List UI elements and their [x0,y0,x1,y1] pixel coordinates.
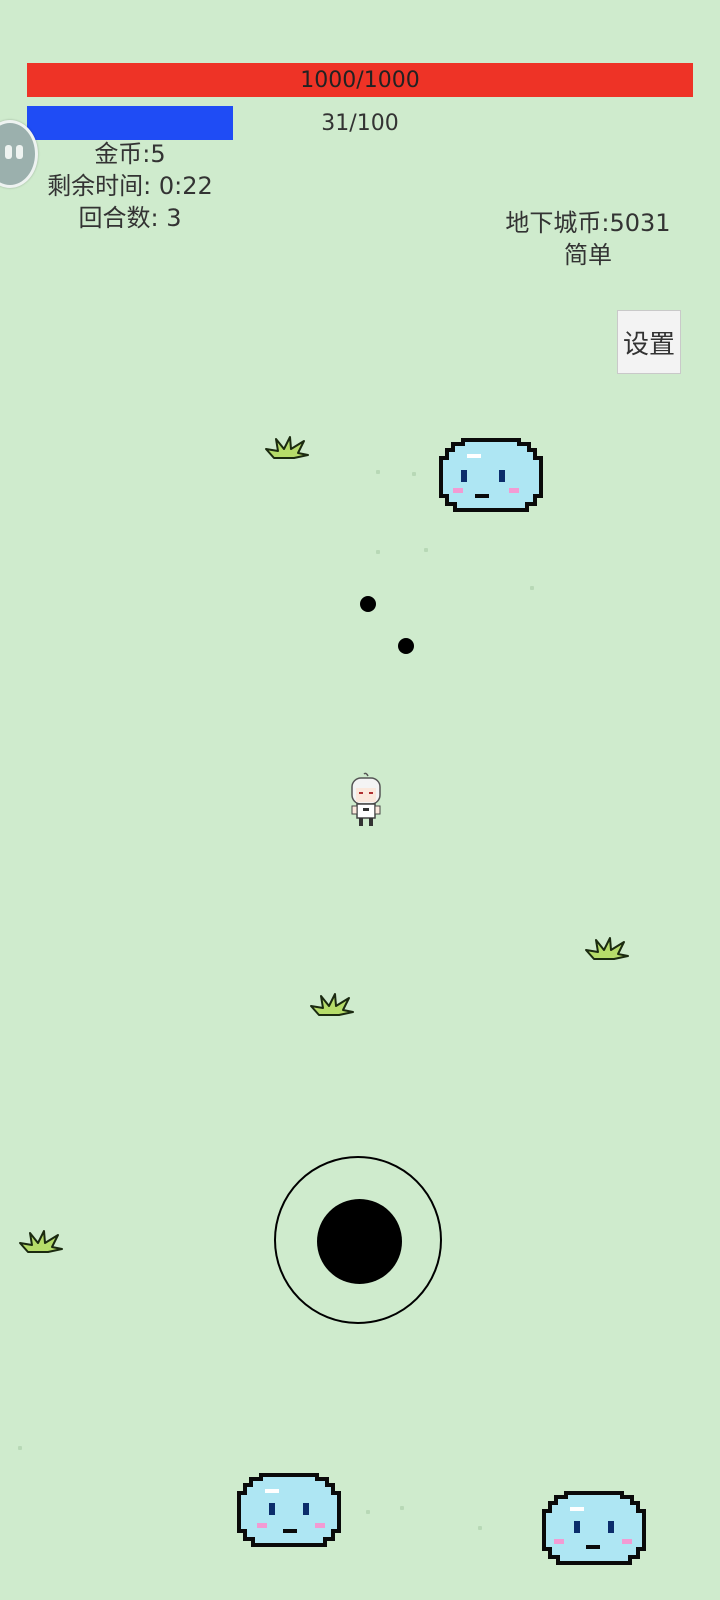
joystick-knob[interactable] [317,1199,402,1284]
mana-text: 31/100 [321,110,399,136]
blue-slime-icon [439,438,543,512]
blue-slime-icon [542,1491,646,1565]
ground-speck [18,1446,22,1450]
ground-speck [366,1510,370,1514]
health-bar: 1000/1000 [27,63,693,97]
black-bullet-icon [360,596,376,612]
ground-speck [478,1526,482,1530]
ground-speck [412,472,416,476]
game-field[interactable]: 1000/1000 31/100 金币:5 剩余时间: 0:22 回合数: 3 … [0,0,720,1600]
ground-speck [424,548,428,552]
grass-tuft-icon [265,436,309,459]
ground-speck [376,550,380,554]
blue-slime-icon [237,1473,341,1547]
mana-bar: 31/100 [27,106,693,140]
dungeon-info: 地下城币:5031 简单 [488,207,688,271]
dungeon-coins-label: 地下城币:5031 [505,209,671,237]
rounds-label: 回合数: 3 [78,204,182,232]
white-haired-hero-icon [351,772,381,826]
black-bullet-icon [398,638,414,654]
ground-speck [400,1506,404,1510]
ground-speck [530,586,534,590]
health-text: 1000/1000 [300,67,420,93]
time-left-label: 剩余时间: 0:22 [47,172,213,200]
settings-button[interactable]: 设置 [617,310,681,374]
grass-tuft-icon [310,993,354,1016]
difficulty-label: 简单 [564,241,612,269]
grass-tuft-icon [19,1230,63,1253]
ground-speck [376,470,380,474]
grass-tuft-icon [585,937,629,960]
player-stats: 金币:5 剩余时间: 0:22 回合数: 3 [30,138,230,234]
coins-label: 金币:5 [94,140,166,168]
